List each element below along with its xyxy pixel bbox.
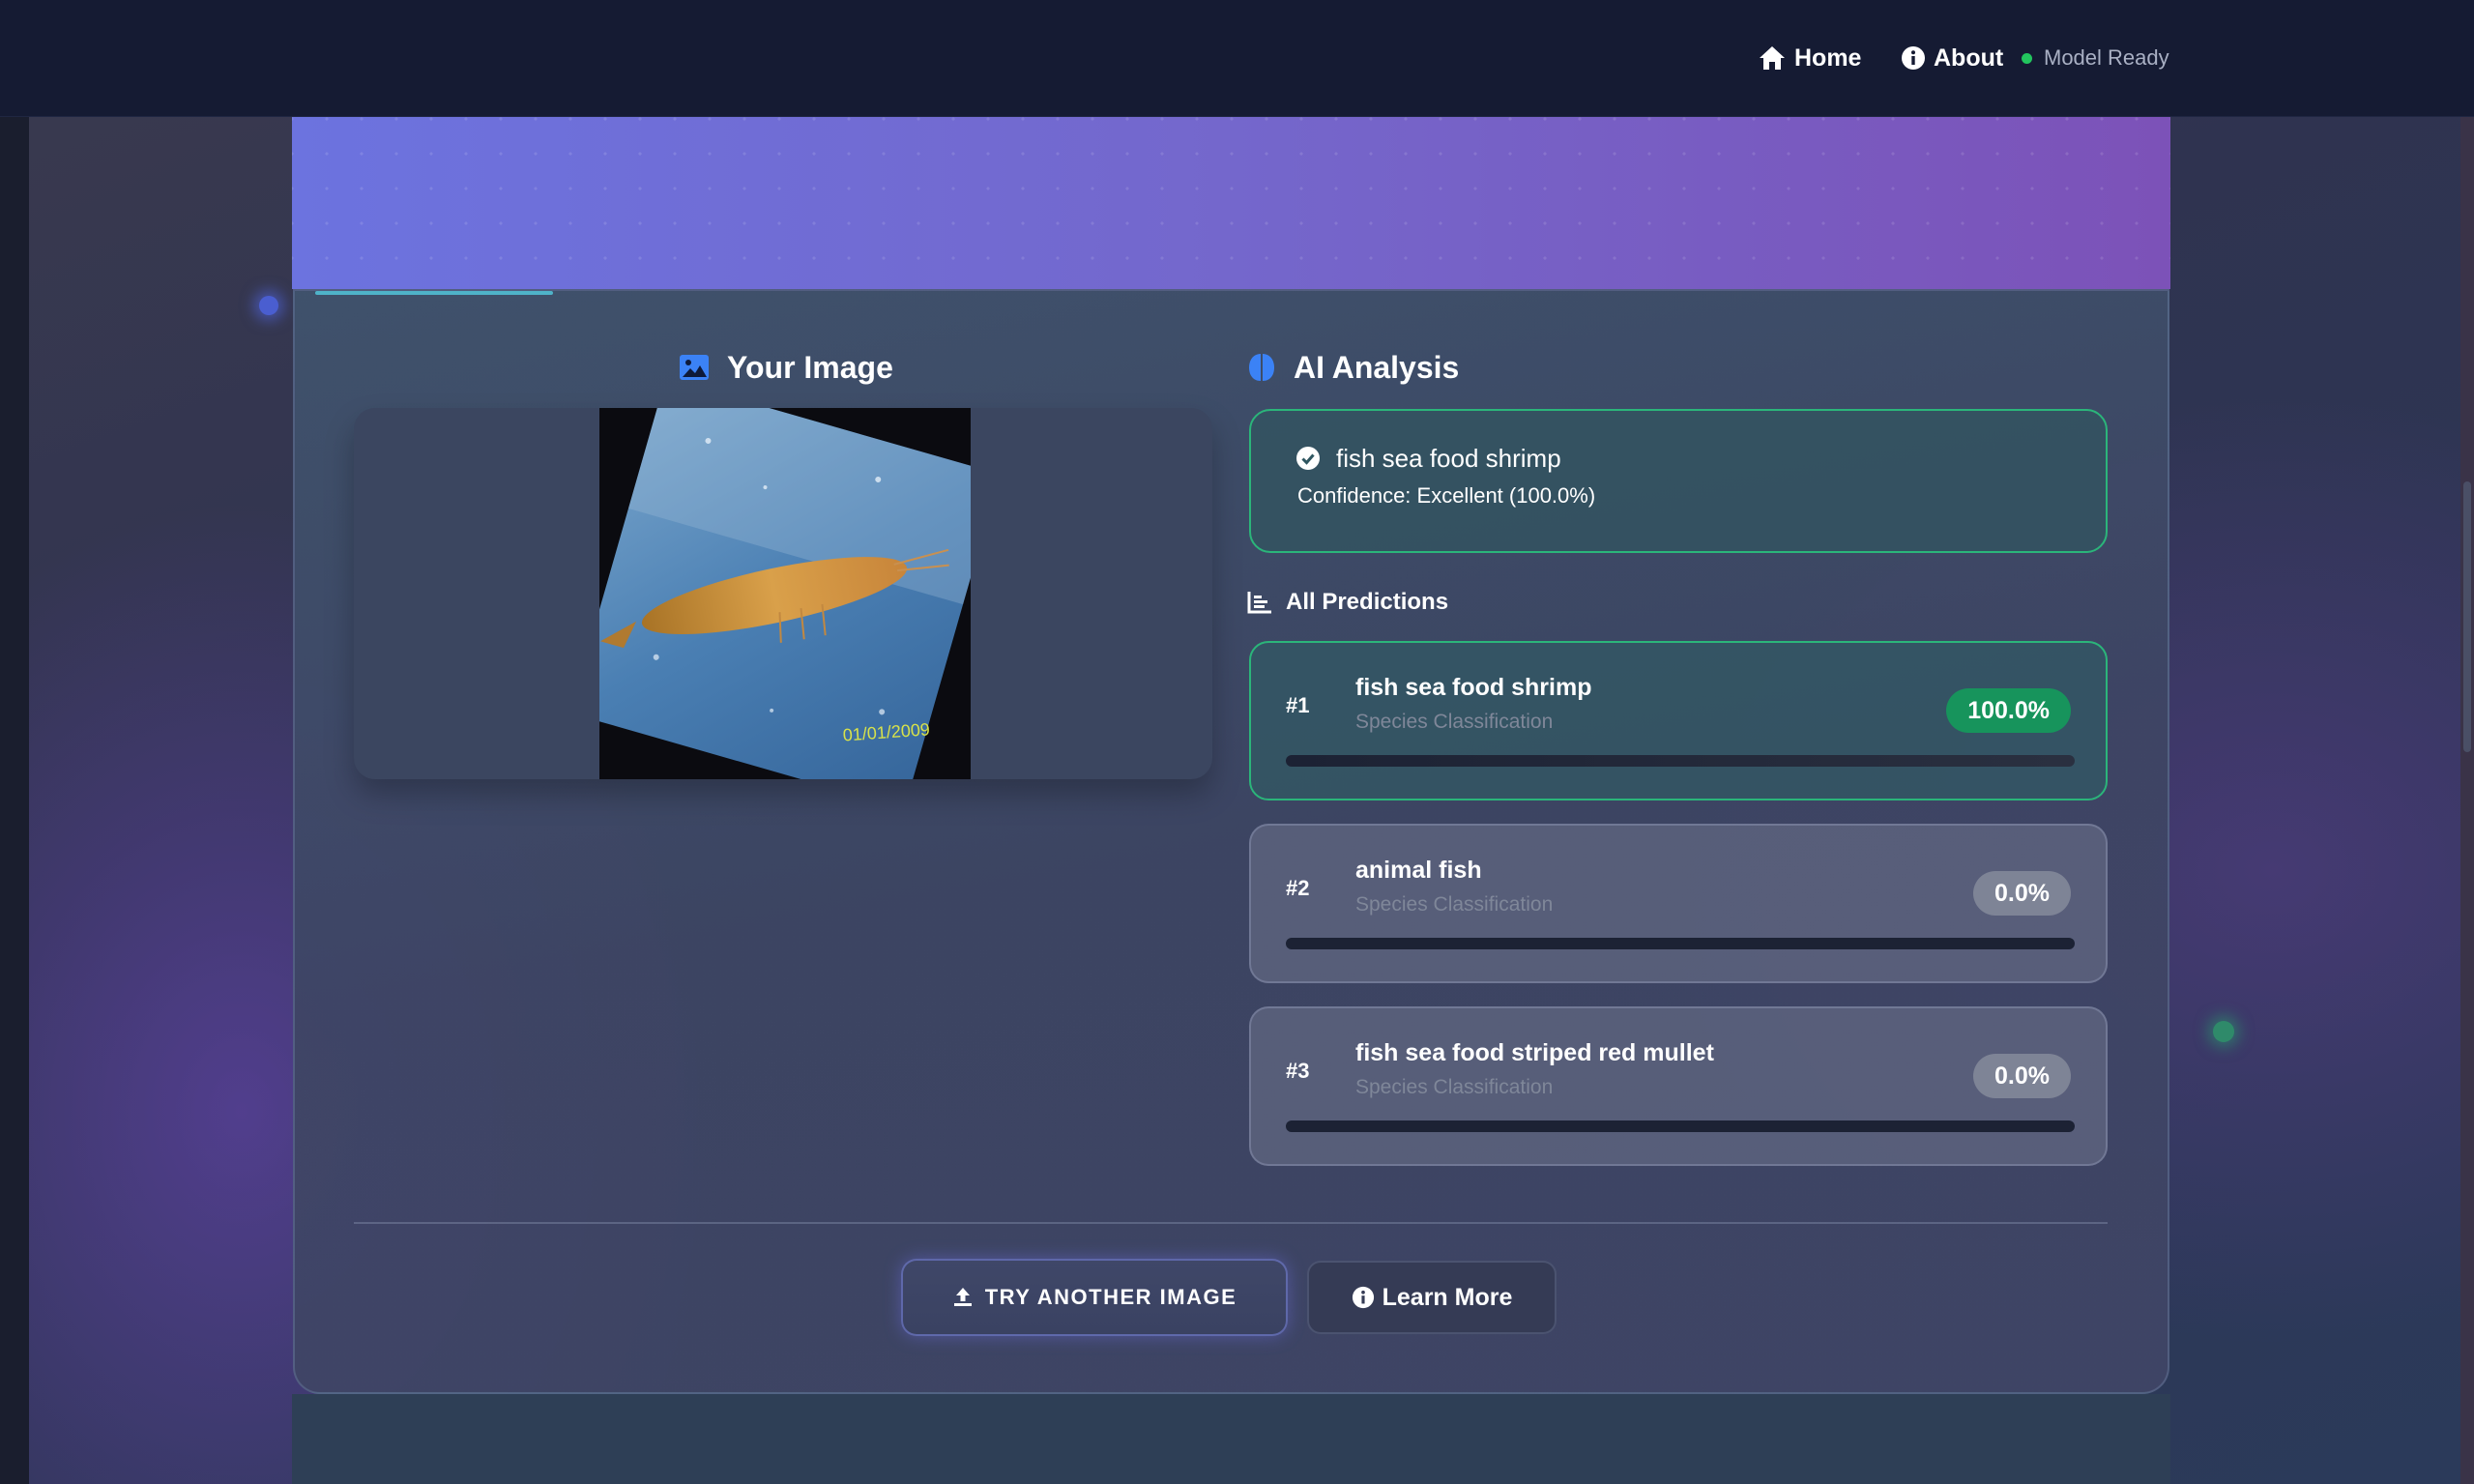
all-predictions-title: All Predictions (1286, 589, 1449, 615)
prediction-name: animal fish (1355, 857, 1482, 884)
model-status-label: Model Ready (2044, 45, 2169, 70)
nav-about-label: About (1934, 44, 2004, 72)
top-result-label: fish sea food shrimp (1336, 443, 1561, 473)
ai-analysis-title: AI Analysis (1294, 349, 1460, 385)
prediction-subtitle: Species Classification (1355, 711, 1554, 733)
scrollbar[interactable] (2460, 116, 2474, 1484)
prediction-progress-fill (1286, 755, 2075, 767)
image-icon (679, 354, 710, 381)
prediction-name: fish sea food striped red mullet (1355, 1039, 1714, 1066)
prediction-rank: #1 (1286, 693, 1310, 717)
hero-pattern (292, 117, 2170, 289)
prediction-item: #1 fish sea food shrimp Species Classifi… (1249, 641, 2108, 800)
prediction-rank: #2 (1286, 876, 1310, 900)
status-dot-icon (2022, 52, 2032, 64)
top-result-confidence: Confidence: Excellent (100.0%) (1297, 483, 1596, 508)
prediction-progress-bar (1286, 938, 2075, 949)
nav-home-link[interactable]: Home (1758, 39, 1861, 77)
learn-more-label: Learn More (1382, 1283, 1513, 1311)
prediction-item: #2 animal fish Species Classification 0.… (1249, 824, 2108, 983)
learn-more-button[interactable]: Learn More (1307, 1261, 1557, 1334)
check-circle-icon (1295, 446, 1321, 471)
decorative-orb (259, 296, 278, 315)
left-edge (0, 116, 29, 1484)
decorative-orb (2213, 1021, 2234, 1042)
your-image-title: Your Image (727, 349, 893, 385)
try-another-image-label: TRY ANOTHER IMAGE (984, 1285, 1237, 1309)
prediction-rank: #3 (1286, 1059, 1310, 1083)
prediction-name: fish sea food shrimp (1355, 674, 1592, 701)
info-circle-icon (1352, 1286, 1375, 1309)
prediction-percent-badge: 0.0% (1973, 1054, 2071, 1098)
info-circle-icon (1901, 45, 1926, 71)
next-section-panel (292, 1394, 2170, 1484)
home-icon (1758, 44, 1787, 72)
divider (354, 1222, 2108, 1224)
brain-icon (1247, 352, 1276, 383)
try-another-image-button[interactable]: TRY ANOTHER IMAGE (901, 1259, 1288, 1336)
prediction-item: #3 fish sea food striped red mullet Spec… (1249, 1006, 2108, 1166)
scrollbar-thumb[interactable] (2463, 481, 2471, 752)
nav-home-label: Home (1794, 44, 1862, 72)
top-result-card (1249, 409, 2108, 553)
your-image-heading: Your Image (679, 343, 893, 392)
upload-icon (952, 1287, 974, 1308)
bar-chart-icon (1247, 591, 1272, 614)
prediction-percent-badge: 100.0% (1946, 688, 2071, 733)
card-accent-bar (315, 291, 553, 295)
prediction-percent-badge: 0.0% (1973, 871, 2071, 916)
nav-about-link[interactable]: About (1901, 39, 2003, 77)
hero-banner (292, 117, 2170, 289)
prediction-progress-bar (1286, 755, 2075, 767)
top-result-label-row: fish sea food shrimp (1295, 441, 1561, 476)
all-predictions-heading: All Predictions (1247, 585, 1448, 620)
model-status: Model Ready (2022, 43, 2169, 73)
prediction-subtitle: Species Classification (1355, 1076, 1554, 1098)
ai-analysis-heading: AI Analysis (1247, 343, 1459, 392)
navbar: Home About Model Ready (0, 0, 2474, 117)
uploaded-image: 01/01/2009 (599, 408, 971, 779)
prediction-subtitle: Species Classification (1355, 893, 1554, 916)
prediction-progress-bar (1286, 1120, 2075, 1132)
